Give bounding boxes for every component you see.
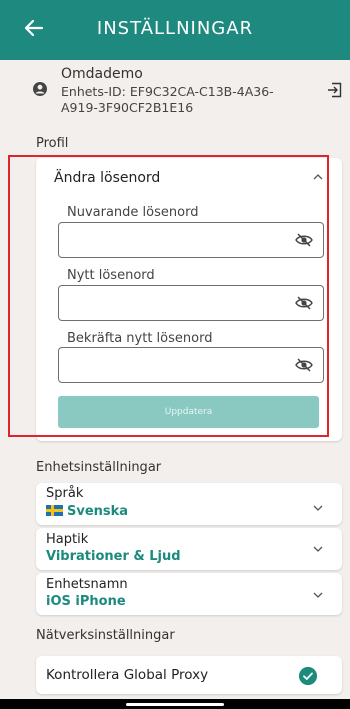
device-name-label: Enhetsnamn [46, 577, 128, 592]
highlight-box [8, 155, 329, 437]
swedish-flag-icon [46, 505, 63, 516]
app-header: INSTÄLLNINGAR [0, 0, 350, 60]
user-info: Omdademo Enhets-ID: EF9C32CA-C13B-4A36-A… [0, 60, 350, 128]
check-circle-icon[interactable] [299, 667, 317, 685]
profile-section-label: Profil [36, 136, 69, 151]
chevron-down-icon[interactable] [313, 546, 323, 552]
global-proxy-label: Kontrollera Global Proxy [46, 667, 209, 683]
user-name: Omdademo [61, 66, 143, 82]
haptics-value: Vibrationer & Ljud [46, 549, 181, 564]
language-value: Svenska [46, 504, 128, 519]
haptics-label: Haptik [46, 532, 89, 547]
language-label: Språk [46, 486, 84, 501]
page-title: INSTÄLLNINGAR [96, 18, 254, 39]
chevron-down-icon[interactable] [313, 592, 323, 598]
device-name-value: iOS iPhone [46, 594, 126, 609]
chevron-down-icon[interactable] [313, 505, 323, 511]
network-settings-section-label: Nätverksinställningar [36, 628, 175, 643]
device-settings-section-label: Enhetsinställningar [36, 460, 162, 475]
logout-icon[interactable] [327, 82, 343, 98]
device-id: Enhets-ID: EF9C32CA-C13B-4A36-A919-3F90C… [61, 84, 274, 115]
home-indicator[interactable] [126, 703, 224, 706]
language-value-text: Svenska [67, 504, 129, 519]
user-icon [33, 82, 47, 96]
